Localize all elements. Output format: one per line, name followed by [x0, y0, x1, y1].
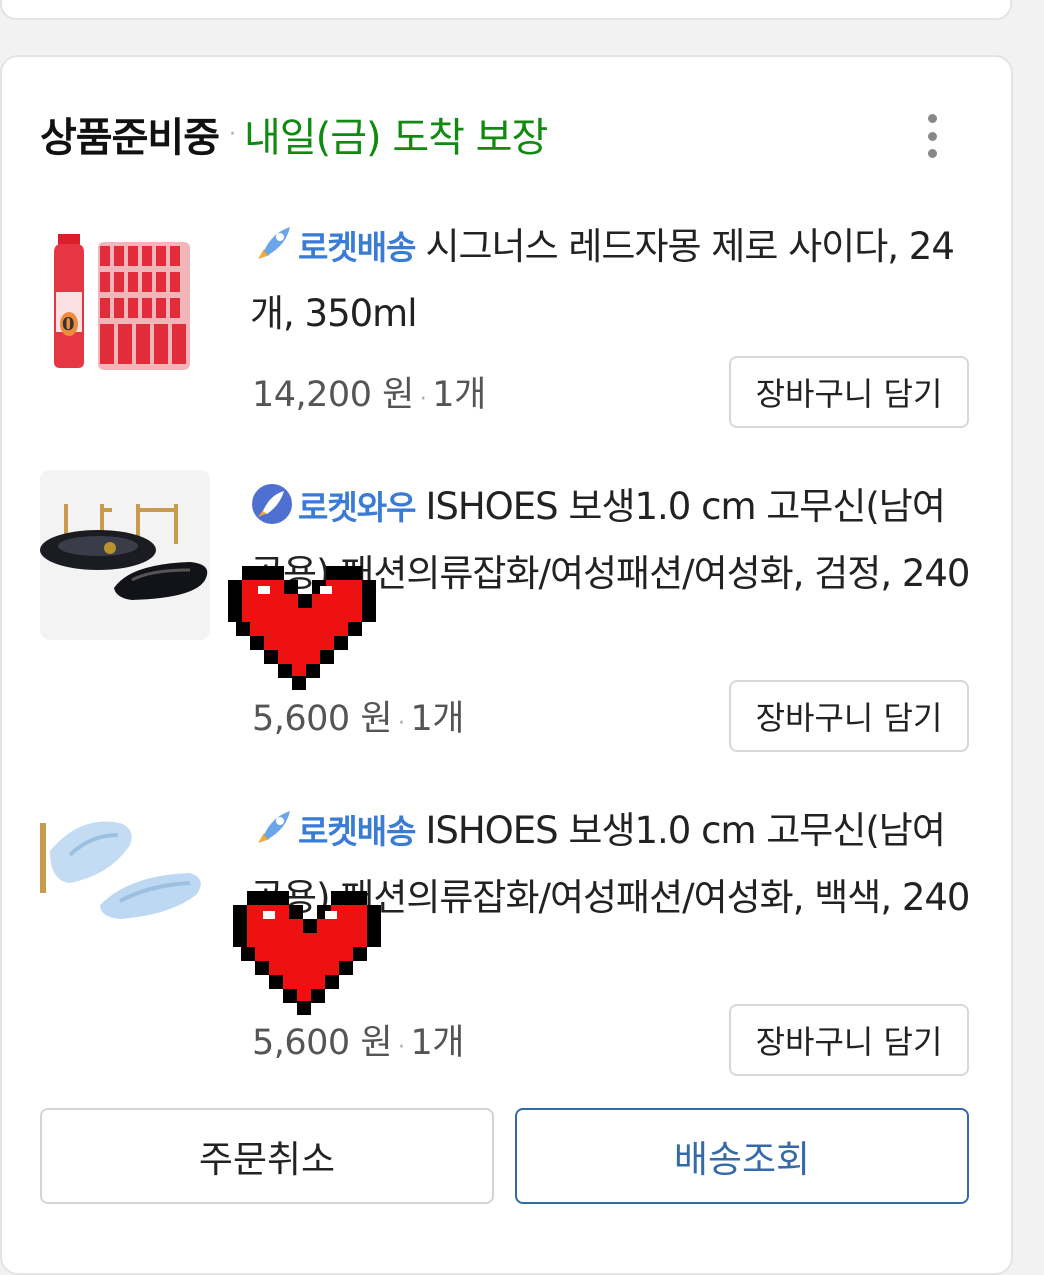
rocket-icon [258, 227, 290, 259]
header-separator: · [229, 121, 236, 147]
product-image-black-shoes[interactable] [40, 470, 210, 640]
product-quantity: 1개 [410, 1023, 465, 1063]
svg-text:0: 0 [62, 314, 75, 335]
product-image-cider[interactable]: 0 [40, 212, 210, 382]
product-image-white-shoes[interactable] [40, 795, 210, 965]
product-price: 14,200 원 [252, 375, 414, 415]
heart-sticker-icon [233, 891, 381, 1015]
price-separator: · [419, 387, 427, 412]
rocket-wow-icon [252, 484, 292, 524]
price-quantity: 5,600 원 · 1개 [252, 1014, 465, 1065]
heart-sticker-icon [228, 566, 376, 690]
add-to-cart-button[interactable]: 장바구니 담기 [729, 356, 969, 428]
cancel-order-button[interactable]: 주문취소 [40, 1108, 494, 1204]
track-delivery-button[interactable]: 배송조회 [515, 1108, 969, 1204]
price-separator: · [398, 1035, 405, 1060]
rocket-delivery-badge: 로켓배송 [298, 812, 416, 851]
more-options-icon[interactable] [912, 110, 952, 162]
delivery-guarantee: 내일(금) 도착 보장 [244, 115, 548, 161]
price-separator: · [398, 711, 405, 736]
order-status-header: 상품준비중 · 내일(금) 도착 보장 [40, 104, 548, 164]
product-price: 5,600 원 [252, 1023, 393, 1063]
product-quantity: 1개 [410, 699, 465, 739]
price-quantity: 14,200 원 · 1개 [252, 366, 486, 417]
price-quantity: 5,600 원 · 1개 [252, 690, 465, 741]
add-to-cart-button[interactable]: 장바구니 담기 [729, 680, 969, 752]
rocket-delivery-badge: 로켓배송 [298, 228, 416, 267]
product-price: 5,600 원 [252, 699, 393, 739]
rocket-wow-badge: 로켓와우 [298, 488, 416, 527]
rocket-icon [258, 811, 290, 843]
order-status: 상품준비중 [40, 115, 220, 161]
product-quantity: 1개 [432, 375, 486, 415]
product-title-row[interactable]: 로켓배송 시그너스 레드자몽 제로 사이다, 24개, 350ml [250, 214, 970, 347]
previous-order-card [0, 0, 1012, 20]
add-to-cart-button[interactable]: 장바구니 담기 [729, 1004, 969, 1076]
